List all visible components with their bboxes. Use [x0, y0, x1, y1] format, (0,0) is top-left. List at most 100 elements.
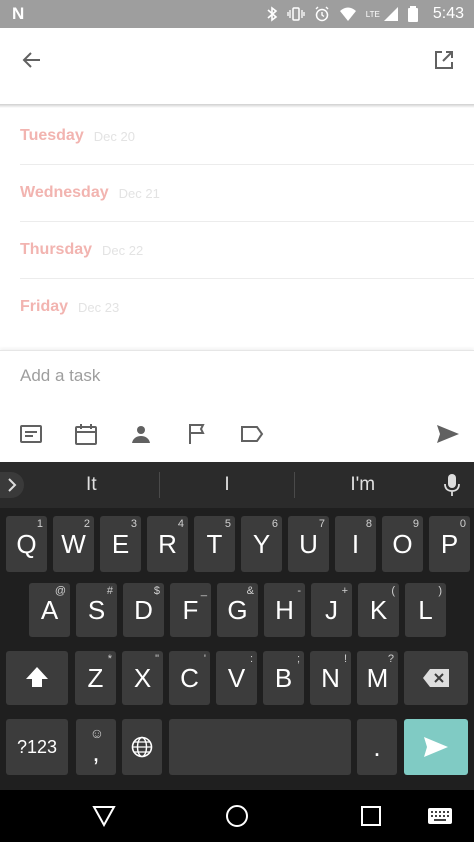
send-arrow-icon — [424, 737, 448, 757]
key-hint: 5 — [224, 518, 231, 530]
key-label: A — [40, 594, 59, 625]
priority-flag-icon[interactable] — [184, 421, 210, 447]
alarm-icon — [315, 6, 329, 22]
key-h[interactable]: H- — [264, 583, 305, 637]
key-hint: 7 — [318, 518, 325, 530]
suggestion-3[interactable]: I'm — [295, 474, 430, 496]
calendar-icon[interactable] — [73, 421, 99, 447]
key-l[interactable]: L) — [405, 583, 446, 637]
key-b[interactable]: B; — [263, 651, 304, 705]
key-f[interactable]: F _ — [170, 583, 211, 637]
key-hint: - — [297, 585, 301, 597]
key-label: W — [61, 528, 86, 559]
key-n[interactable]: N! — [310, 651, 351, 705]
task-composer — [0, 350, 474, 463]
key-s[interactable]: S # — [76, 583, 117, 637]
expand-suggestions-icon[interactable] — [0, 472, 24, 498]
task-toolbar — [0, 421, 474, 451]
project-icon[interactable] — [18, 421, 44, 447]
key-x[interactable]: X " — [122, 651, 163, 705]
day-row-tuesday[interactable]: Tuesday Dec 20 — [20, 108, 474, 165]
key-hint: ( — [391, 585, 395, 597]
day-list: Tuesday Dec 20 Wednesday Dec 21 Thursday… — [0, 108, 474, 335]
key-j[interactable]: J + — [311, 583, 352, 637]
key-label: R — [158, 528, 177, 559]
key-o[interactable]: O9 — [382, 516, 423, 572]
day-row-wednesday[interactable]: Wednesday Dec 21 — [20, 165, 474, 222]
day-row-thursday[interactable]: Thursday Dec 22 — [20, 222, 474, 279]
key-label: G — [227, 594, 248, 625]
period-key[interactable]: . — [357, 719, 397, 775]
assign-person-icon[interactable] — [128, 421, 154, 447]
key-hint: # — [106, 585, 113, 597]
globe-icon — [131, 736, 153, 758]
key-i[interactable]: I8 — [335, 516, 376, 572]
microphone-icon[interactable] — [430, 473, 474, 497]
day-row-friday[interactable]: Friday Dec 23 — [20, 279, 474, 335]
key-e[interactable]: E3 — [100, 516, 141, 572]
key-label: V — [227, 662, 246, 693]
key-c[interactable]: C ' — [169, 651, 210, 705]
key-hint: & — [246, 585, 254, 597]
key-y[interactable]: Y6 — [241, 516, 282, 572]
key-d[interactable]: D $ — [123, 583, 164, 637]
key-label: Z — [87, 662, 104, 693]
notification-logo: N — [12, 4, 25, 23]
key-v[interactable]: V: — [216, 651, 257, 705]
key-label: T — [206, 528, 223, 559]
key-m[interactable]: M? — [357, 651, 398, 705]
key-hint: 0 — [459, 518, 466, 530]
key-hint: $ — [153, 585, 160, 597]
day-name: Wednesday — [20, 184, 109, 201]
key-u[interactable]: U7 — [288, 516, 329, 572]
back-triangle-icon[interactable] — [92, 804, 116, 828]
key-label: M — [366, 662, 389, 693]
keyboard-switch-icon[interactable] — [428, 804, 452, 828]
key-hint: ) — [438, 585, 442, 597]
key-hint: " — [155, 653, 159, 665]
add-task-input[interactable] — [18, 365, 402, 387]
space-key[interactable] — [169, 719, 351, 775]
recents-square-icon[interactable] — [359, 804, 383, 828]
key-q[interactable]: Q1 — [6, 516, 47, 572]
back-arrow-icon[interactable] — [20, 48, 44, 72]
key-k[interactable]: K( — [358, 583, 399, 637]
key-z[interactable]: Z * — [75, 651, 116, 705]
suggestion-1[interactable]: It — [24, 474, 159, 496]
key-p[interactable]: P0 — [429, 516, 470, 572]
key-label: U — [299, 528, 318, 559]
key-hint: 1 — [36, 518, 43, 530]
send-task-icon[interactable] — [435, 421, 461, 447]
key-t[interactable]: T5 — [194, 516, 235, 572]
key-r[interactable]: R4 — [147, 516, 188, 572]
lte-label: LTE — [365, 9, 380, 19]
home-circle-icon[interactable] — [225, 804, 249, 828]
symbols-key[interactable]: ?123 — [6, 719, 68, 775]
key-hint: ? — [387, 653, 394, 665]
suggestion-2[interactable]: I — [160, 474, 295, 496]
key-hint: ' — [203, 653, 206, 665]
signal-icon — [383, 7, 398, 21]
key-label: X — [133, 662, 152, 693]
key-w[interactable]: W2 — [53, 516, 94, 572]
clock: 5:43 — [432, 5, 464, 22]
key-label: P — [440, 528, 459, 559]
day-date: Dec 22 — [102, 242, 144, 258]
navigation-bar — [0, 790, 474, 842]
label-tag-icon[interactable] — [239, 421, 265, 447]
language-key[interactable] — [122, 719, 162, 775]
backspace-key[interactable] — [404, 651, 468, 705]
shift-key[interactable] — [6, 651, 68, 705]
day-date: Dec 23 — [78, 299, 120, 315]
key-label: K — [369, 594, 388, 625]
keyboard-send-key[interactable] — [404, 719, 468, 775]
key-label: C — [180, 662, 199, 693]
key-a[interactable]: A @ — [29, 583, 70, 637]
key-g[interactable]: G & — [217, 583, 258, 637]
open-external-icon[interactable] — [432, 48, 456, 72]
key-label: Y — [252, 528, 271, 559]
key-hint: 4 — [177, 518, 184, 530]
day-name: Thursday — [20, 241, 93, 258]
comma-key[interactable]: ☺ , — [76, 719, 116, 775]
battery-icon — [407, 6, 418, 22]
